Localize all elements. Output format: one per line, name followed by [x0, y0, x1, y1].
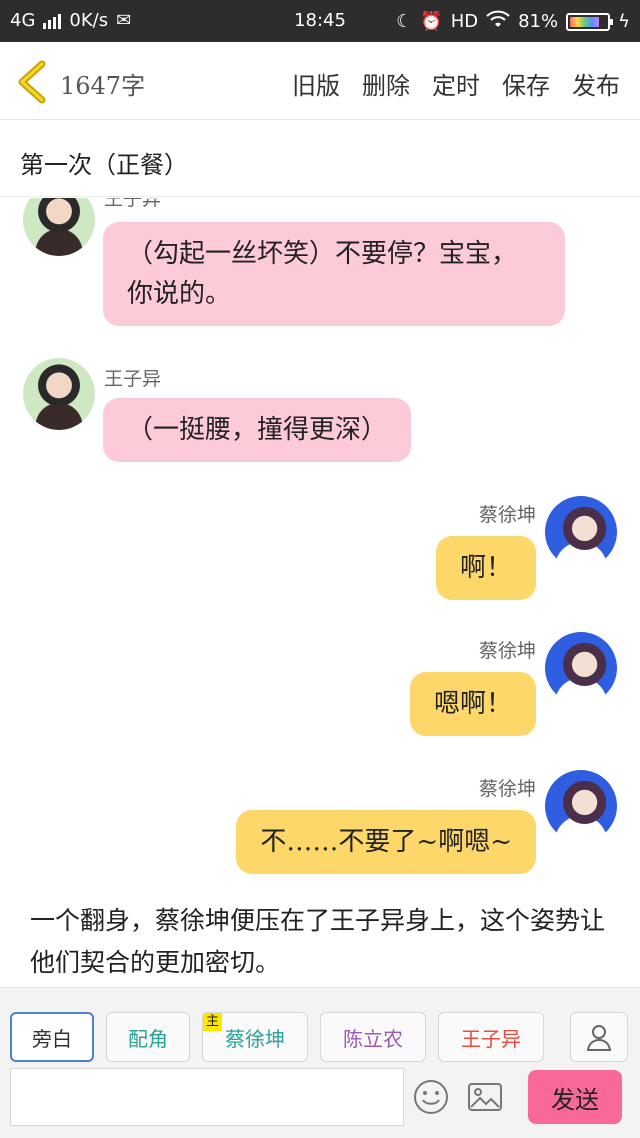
save-button[interactable]: 保存 [502, 66, 550, 101]
role-wang-ziyi[interactable]: 王子异 [438, 1012, 544, 1062]
word-count: 1647字 [60, 72, 146, 100]
user-icon [586, 1025, 612, 1051]
role-label: 陈立农 [343, 1026, 403, 1051]
add-role-button[interactable] [570, 1012, 628, 1062]
old-version-button[interactable]: 旧版 [292, 66, 340, 101]
composer-panel: 旁白 配角 主蔡徐坤 陈立农 王子异 发送 [0, 987, 640, 1138]
speaker-name: 蔡徐坤 [478, 640, 536, 662]
message-bubble[interactable]: （一挺腰，撞得更深） [103, 398, 412, 462]
role-label: 旁白 [32, 1026, 72, 1051]
alarm-icon: ⏰ [420, 11, 443, 32]
send-button[interactable]: 发送 [528, 1070, 622, 1124]
chapter-title: 第一次（正餐） [20, 151, 188, 179]
role-label: 配角 [128, 1026, 168, 1051]
smiley-icon [414, 1080, 448, 1114]
battery-percent: 81% [518, 11, 559, 32]
role-list: 旁白 配角 主蔡徐坤 陈立农 王子异 [10, 1012, 544, 1062]
role-narration[interactable]: 旁白 [10, 1012, 94, 1062]
schedule-button[interactable]: 定时 [432, 66, 480, 101]
message-bubble[interactable]: 嗯啊！ [409, 672, 536, 736]
charging-icon: ϟ [618, 11, 630, 32]
chat-area[interactable]: 王子异 （勾起一丝坏笑）不要停？宝宝，你说的。 王子异 （一挺腰，撞得更深） 蔡… [0, 198, 640, 986]
role-chen-linong[interactable]: 陈立农 [320, 1012, 426, 1062]
publish-button[interactable]: 发布 [572, 66, 620, 101]
status-bar: 4G 0K/s ✉ 18:45 ☾ ⏰ HD 81% ϟ [0, 0, 640, 42]
avatar[interactable] [545, 770, 617, 842]
image-icon [468, 1083, 502, 1111]
back-button[interactable] [14, 60, 50, 104]
role-label: 王子异 [461, 1026, 521, 1051]
avatar[interactable] [545, 496, 617, 568]
editor-toolbar: 1647字 旧版 删除 定时 保存 发布 [0, 42, 640, 120]
moon-icon: ☾ [396, 11, 413, 32]
chapter-header[interactable]: 第一次（正餐） [0, 121, 640, 197]
image-button[interactable] [466, 1078, 504, 1116]
message-bubble[interactable]: （勾起一丝坏笑）不要停？宝宝，你说的。 [103, 222, 565, 326]
speaker-name: 蔡徐坤 [478, 504, 536, 526]
speaker-name: 王子异 [104, 368, 162, 390]
role-cai-xukun[interactable]: 主蔡徐坤 [202, 1012, 308, 1062]
battery-icon [566, 12, 614, 31]
message-bubble[interactable]: 不……不要了~啊嗯~ [236, 810, 536, 874]
avatar[interactable] [23, 358, 95, 430]
hd-label: HD [450, 11, 479, 32]
message-input[interactable] [10, 1068, 404, 1126]
speaker-name: 王子异 [104, 198, 162, 210]
narration-text[interactable]: 一个翻身，蔡徐坤便压在了王子异身上，这个姿势让他们契合的更加密切。 [30, 900, 620, 984]
speaker-name: 蔡徐坤 [478, 778, 536, 800]
chevron-left-icon [18, 60, 46, 104]
main-role-badge: 主 [203, 1013, 223, 1031]
message-bubble[interactable]: 啊！ [435, 536, 536, 600]
role-label: 蔡徐坤 [225, 1026, 285, 1051]
wifi-icon [486, 10, 510, 33]
role-supporting[interactable]: 配角 [106, 1012, 190, 1062]
avatar[interactable] [545, 632, 617, 704]
avatar[interactable] [23, 198, 95, 256]
toolbar-actions: 旧版 删除 定时 保存 发布 [292, 66, 620, 101]
emoji-button[interactable] [412, 1078, 450, 1116]
delete-button[interactable]: 删除 [362, 66, 410, 101]
